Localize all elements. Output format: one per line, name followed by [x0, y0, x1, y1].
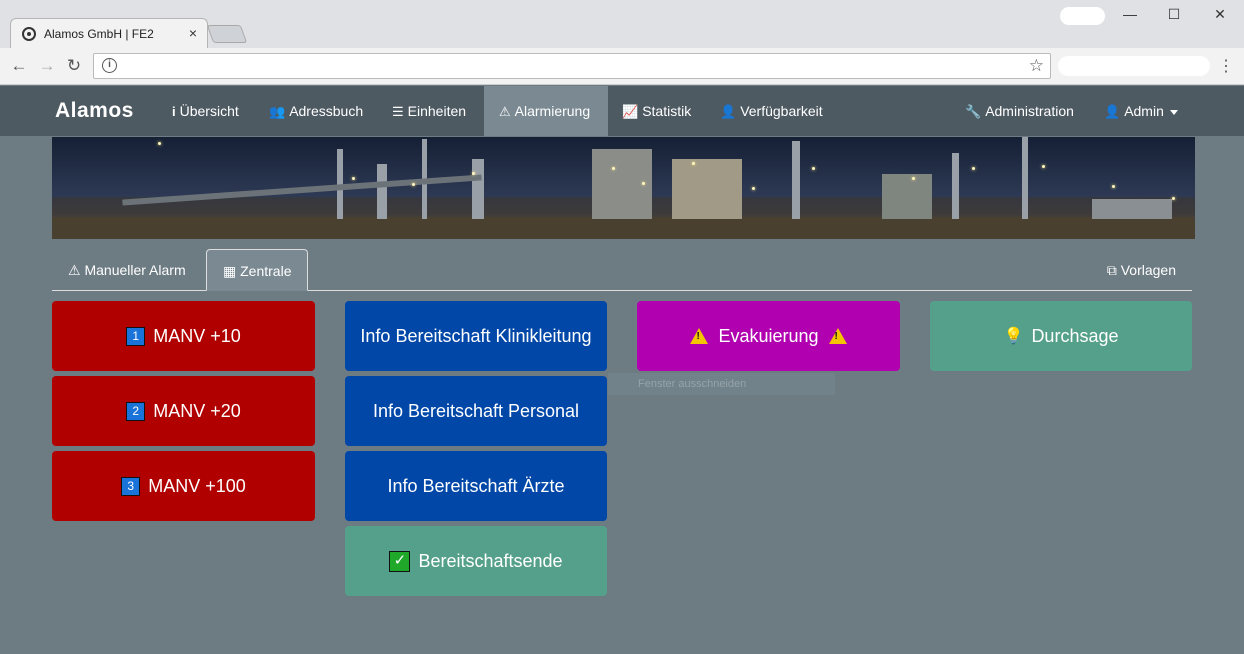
back-icon[interactable]: ← [9, 56, 29, 76]
number-2-icon: 2 [126, 401, 146, 421]
nav-administration[interactable]: 🔧 Administration [953, 86, 1086, 136]
user-menu-dropdown[interactable]: 👤 Admin [1092, 86, 1190, 136]
user-label: Admin [1124, 103, 1164, 119]
alarm-button-evakuierung[interactable]: ! Evakuierung ! [637, 301, 900, 371]
tab-label: Manueller Alarm [84, 262, 186, 278]
alarm-button-manv-100[interactable]: 3 MANV +100 [52, 451, 315, 521]
wrench-icon: 🔧 [965, 104, 982, 119]
alarm-button-manv-20[interactable]: 2 MANV +20 [52, 376, 315, 446]
nav-label: Statistik [642, 103, 692, 119]
user-icon: 👤 [1104, 104, 1121, 119]
address-bar[interactable]: i ☆ [93, 53, 1051, 79]
grid-icon: ▦ [223, 263, 241, 279]
vorlagen-label: Vorlagen [1120, 262, 1176, 278]
copy-icon: ⧉ [1106, 262, 1121, 278]
list-icon: ☰ [392, 104, 404, 119]
alarm-label: Info Bereitschaft Klinikleitung [360, 325, 592, 346]
nav-label: Adressbuch [289, 103, 364, 119]
nav-alarmierung[interactable]: ⚠ Alarmierung [484, 86, 608, 136]
reload-icon[interactable]: ↻ [64, 56, 84, 76]
maximize-button[interactable]: ☐ [1162, 6, 1186, 23]
brand-logo[interactable]: Alamos [55, 99, 134, 123]
alarm-tabs: ⚠ Manueller Alarm ▦ Zentrale ⧉ Vorlagen [52, 249, 1192, 291]
browser-tab[interactable]: Alamos GmbH | FE2 × [10, 18, 208, 49]
alarm-button-bereitschaftsende[interactable]: ✓ Bereitschaftsende [345, 526, 607, 596]
alarm-button-durchsage[interactable]: 💡 Durchsage [930, 301, 1192, 371]
tab-title: Alamos GmbH | FE2 [44, 27, 154, 41]
tab-manueller-alarm[interactable]: ⚠ Manueller Alarm [52, 249, 202, 291]
alarm-button-info-klinikleitung[interactable]: Info Bereitschaft Klinikleitung [345, 301, 607, 371]
browser-tabstrip: Alamos GmbH | FE2 × — ☐ ✕ [0, 0, 1244, 49]
nav-verfuegbarkeit[interactable]: 👤 Verfügbarkeit [708, 86, 835, 136]
number-3-icon: 3 [121, 476, 141, 496]
close-window-button[interactable]: ✕ [1208, 6, 1232, 23]
nav-einheiten[interactable]: ☰ Einheiten [380, 86, 478, 136]
alarm-label: Bereitschaftsende [418, 550, 563, 571]
users-icon: 👥 [269, 104, 286, 119]
nav-statistik[interactable]: 📈 Statistik [610, 86, 703, 136]
vorlagen-link[interactable]: ⧉ Vorlagen [1107, 249, 1176, 291]
info-icon: i [172, 104, 176, 119]
bookmark-star-icon[interactable]: ☆ [1029, 56, 1044, 76]
alarm-label: MANV +20 [153, 400, 241, 421]
profile-area [1060, 7, 1105, 25]
alarm-label: MANV +10 [153, 325, 241, 346]
alarm-label: Info Bereitschaft Personal [372, 400, 580, 421]
app-navbar: Alamos i Übersicht 👥 Adressbuch ☰ Einheiten… [0, 86, 1244, 136]
header-banner-image [52, 137, 1195, 239]
nav-adressbuch[interactable]: 👥 Adressbuch [257, 86, 375, 136]
caret-down-icon [1169, 109, 1178, 115]
alarm-label: Info Bereitschaft Ärzte [387, 475, 565, 496]
browser-toolbar: ← → ↻ i ☆ ⋮ [0, 48, 1244, 85]
tab-zentrale[interactable]: ▦ Zentrale [206, 249, 309, 291]
warning-icon: ⚠ [68, 262, 85, 278]
warning-icon: ! [828, 328, 847, 344]
browser-menu-icon[interactable]: ⋮ [1218, 56, 1234, 76]
alarm-label: Evakuierung [718, 325, 819, 346]
alarm-button-info-aerzte[interactable]: Info Bereitschaft Ärzte [345, 451, 607, 521]
new-tab-button[interactable] [206, 25, 248, 43]
alarm-label: Durchsage [1031, 325, 1119, 346]
chart-icon: 📈 [622, 104, 639, 119]
minimize-button[interactable]: — [1118, 6, 1142, 22]
nav-label: Alarmierung [514, 103, 591, 119]
lightbulb-icon: 💡 [1003, 328, 1024, 345]
nav-label: Übersicht [179, 103, 239, 119]
number-1-icon: 1 [126, 326, 146, 346]
alarm-label: MANV +100 [148, 475, 246, 496]
tab-label: Zentrale [240, 263, 292, 279]
warning-icon: ! [690, 328, 709, 344]
nav-label: Administration [985, 103, 1074, 119]
nav-label: Verfügbarkeit [740, 103, 823, 119]
ghost-tooltip: Fenster ausschneiden [608, 373, 835, 395]
nav-uebersicht[interactable]: i Übersicht [160, 86, 251, 136]
nav-label: Einheiten [407, 103, 467, 119]
checkmark-icon: ✓ [389, 550, 411, 572]
alamos-favicon-icon [22, 27, 36, 41]
extensions-area [1058, 56, 1210, 76]
alarm-button-info-personal[interactable]: Info Bereitschaft Personal [345, 376, 607, 446]
alarm-button-manv-10[interactable]: 1 MANV +10 [52, 301, 315, 371]
tab-close-icon[interactable]: × [189, 25, 197, 41]
site-info-icon[interactable]: i [102, 58, 117, 73]
user-icon: 👤 [720, 104, 737, 119]
forward-icon[interactable]: → [37, 56, 57, 76]
warning-icon: ⚠ [499, 104, 511, 119]
